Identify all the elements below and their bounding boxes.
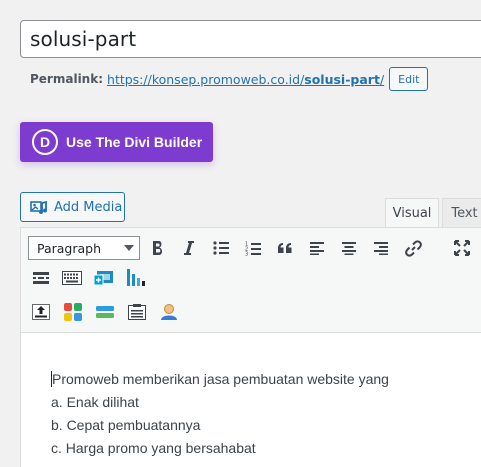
permalink-label: Permalink:	[30, 72, 104, 86]
upload-icon[interactable]	[30, 301, 52, 323]
blockquote-icon[interactable]	[274, 237, 296, 259]
post-title-field[interactable]: solusi-part	[20, 20, 481, 58]
align-left-icon[interactable]	[306, 237, 328, 259]
tab-text[interactable]: Text	[442, 198, 481, 228]
insert-link-icon[interactable]	[402, 237, 424, 259]
editor-toolbar: Paragraph 123	[21, 228, 481, 333]
format-select-value: Paragraph	[37, 240, 102, 256]
permalink-link[interactable]: https://konsep.promoweb.co.id/solusi-par…	[107, 72, 384, 87]
numbered-list-icon[interactable]: 123	[242, 237, 264, 259]
divi-builder-button[interactable]: D Use The Divi Builder	[20, 122, 213, 162]
bold-icon[interactable]	[147, 237, 169, 259]
fullscreen-icon[interactable]	[451, 237, 473, 259]
keyboard-icon[interactable]	[61, 267, 83, 289]
post-title-text[interactable]: solusi-part	[30, 27, 136, 51]
editor-content[interactable]: Promoweb memberikan jasa pembuatan websi…	[51, 368, 389, 460]
chevron-down-icon	[124, 245, 134, 251]
content-line: Promoweb memberikan jasa pembuatan websi…	[51, 368, 389, 391]
color-grid-icon[interactable]	[62, 301, 84, 323]
content-editor: Paragraph 123 Promoweb memberikan jasa p…	[20, 227, 481, 467]
align-center-icon[interactable]	[338, 237, 360, 259]
svg-text:3: 3	[245, 251, 248, 256]
insert-more-icon[interactable]	[30, 267, 52, 289]
plugin-screen-icon[interactable]	[93, 267, 115, 289]
chart-bars-icon[interactable]	[125, 267, 147, 289]
add-media-button[interactable]: Add Media	[20, 192, 125, 222]
divi-builder-label: Use The Divi Builder	[66, 134, 203, 150]
tab-visual[interactable]: Visual	[385, 198, 439, 228]
format-select[interactable]: Paragraph	[28, 236, 140, 260]
media-icon	[30, 199, 48, 215]
content-line: c. Harga promo yang bersahabat	[51, 440, 256, 456]
permalink-url-base: https://konsep.promoweb.co.id/	[107, 71, 305, 87]
user-icon[interactable]	[158, 301, 180, 323]
permalink-slug: solusi-part	[304, 71, 380, 87]
content-line-text: Promoweb memberikan jasa pembuatan websi…	[52, 371, 389, 387]
content-line: b. Cepat pembuatannya	[51, 417, 201, 433]
add-media-label: Add Media	[54, 199, 123, 215]
italic-icon[interactable]	[178, 237, 200, 259]
layers-icon[interactable]	[94, 301, 116, 323]
content-line: a. Enak dilihat	[51, 394, 139, 410]
bulleted-list-icon[interactable]	[210, 237, 232, 259]
permalink-bar: Permalink: https://konsep.promoweb.co.id…	[30, 66, 429, 92]
permalink-edit-button[interactable]: Edit	[389, 67, 429, 91]
clipboard-icon[interactable]	[126, 301, 148, 323]
align-right-icon[interactable]	[370, 237, 392, 259]
permalink-url-tail: /	[379, 71, 385, 87]
divi-logo-icon: D	[32, 129, 58, 155]
